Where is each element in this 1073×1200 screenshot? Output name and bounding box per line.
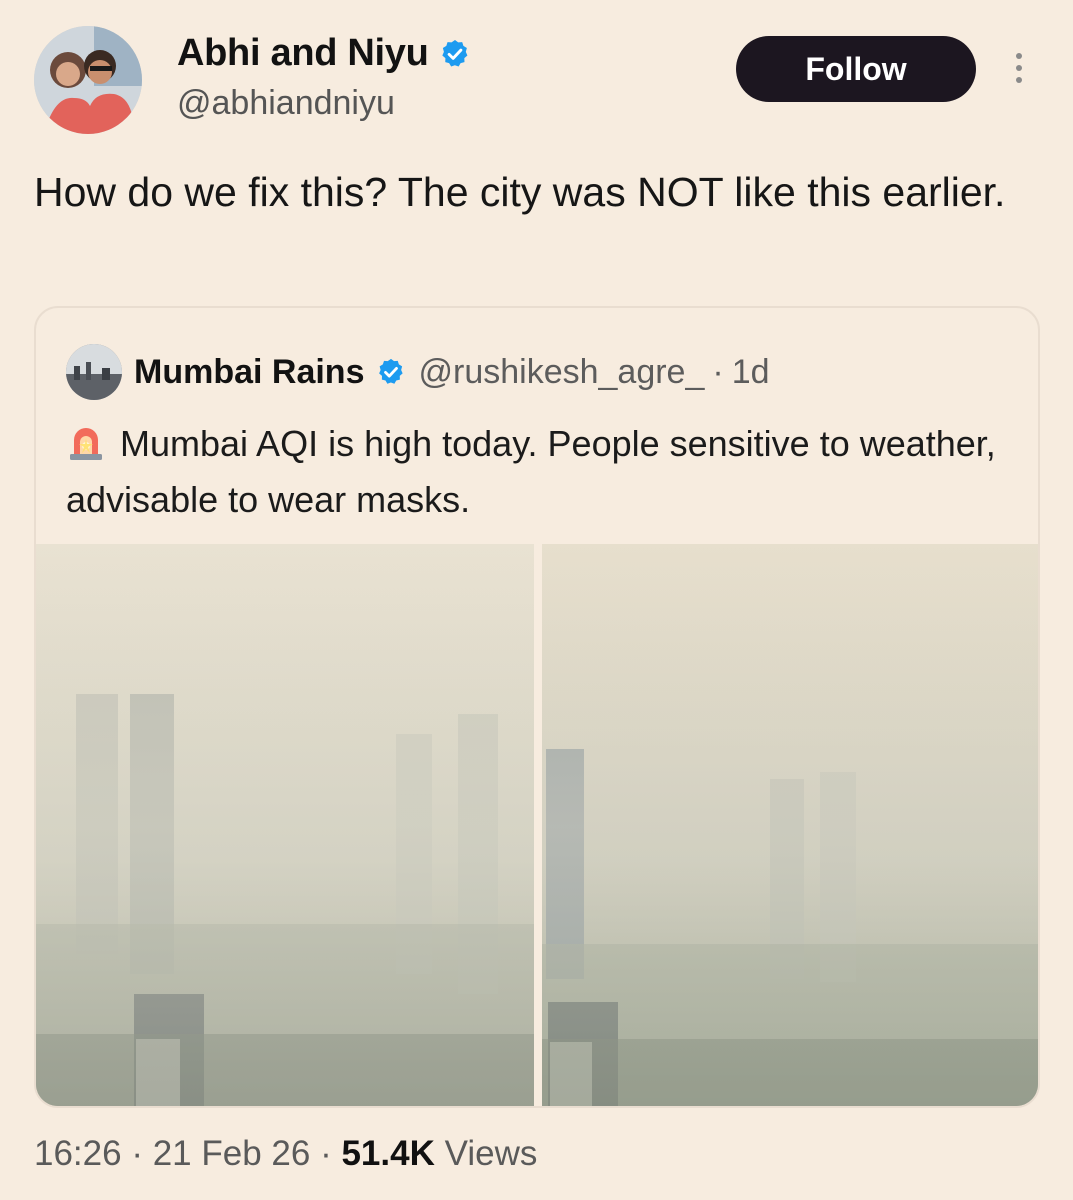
quoted-tweet-header: Mumbai Rains @rushikesh_agre_ · 1d [66, 344, 770, 400]
siren-emoji-icon [66, 422, 106, 462]
tweet-header: Abhi and Niyu @abhiandniyu Follow [34, 26, 1044, 136]
quoted-author-display-name[interactable]: Mumbai Rains [134, 353, 364, 392]
smoggy-city-skyline-photo[interactable] [36, 544, 534, 1106]
quoted-author-avatar[interactable] [66, 344, 122, 400]
quoted-separator: · [712, 352, 724, 391]
author-handle[interactable]: @abhiandniyu [177, 84, 395, 123]
quoted-author-handle[interactable]: @rushikesh_agre_ [418, 353, 704, 392]
quoted-tweet-media[interactable] [36, 544, 1038, 1106]
meta-separator: · [131, 1134, 143, 1173]
smoggy-city-skyline-photo[interactable] [542, 544, 1038, 1106]
tweet-date[interactable]: 21 Feb 26 [153, 1134, 311, 1173]
meta-separator: · [320, 1134, 332, 1173]
tweet-time[interactable]: 16:26 [34, 1134, 122, 1173]
views-label: Views [444, 1134, 538, 1173]
views-count: 51.4K [341, 1134, 435, 1173]
quoted-verified-badge-icon [376, 357, 406, 387]
quoted-timestamp[interactable]: 1d [732, 353, 770, 392]
author-display-name[interactable]: Abhi and Niyu [177, 32, 429, 75]
author-avatar[interactable] [34, 26, 142, 134]
follow-button[interactable]: Follow [736, 36, 976, 102]
tweet-text: How do we fix this? The city was NOT lik… [34, 169, 1006, 215]
quoted-tweet-card[interactable]: Mumbai Rains @rushikesh_agre_ · 1d Mumba… [34, 306, 1040, 1108]
tweet-meta: 16:26 · 21 Feb 26 · 51.4K Views [34, 1134, 537, 1174]
quoted-tweet-text: Mumbai AQI is high today. People sensiti… [66, 416, 1006, 528]
quoted-tweet-body: Mumbai AQI is high today. People sensiti… [66, 423, 996, 520]
more-vertical-icon[interactable] [1012, 50, 1026, 94]
verified-badge-icon [439, 38, 471, 70]
